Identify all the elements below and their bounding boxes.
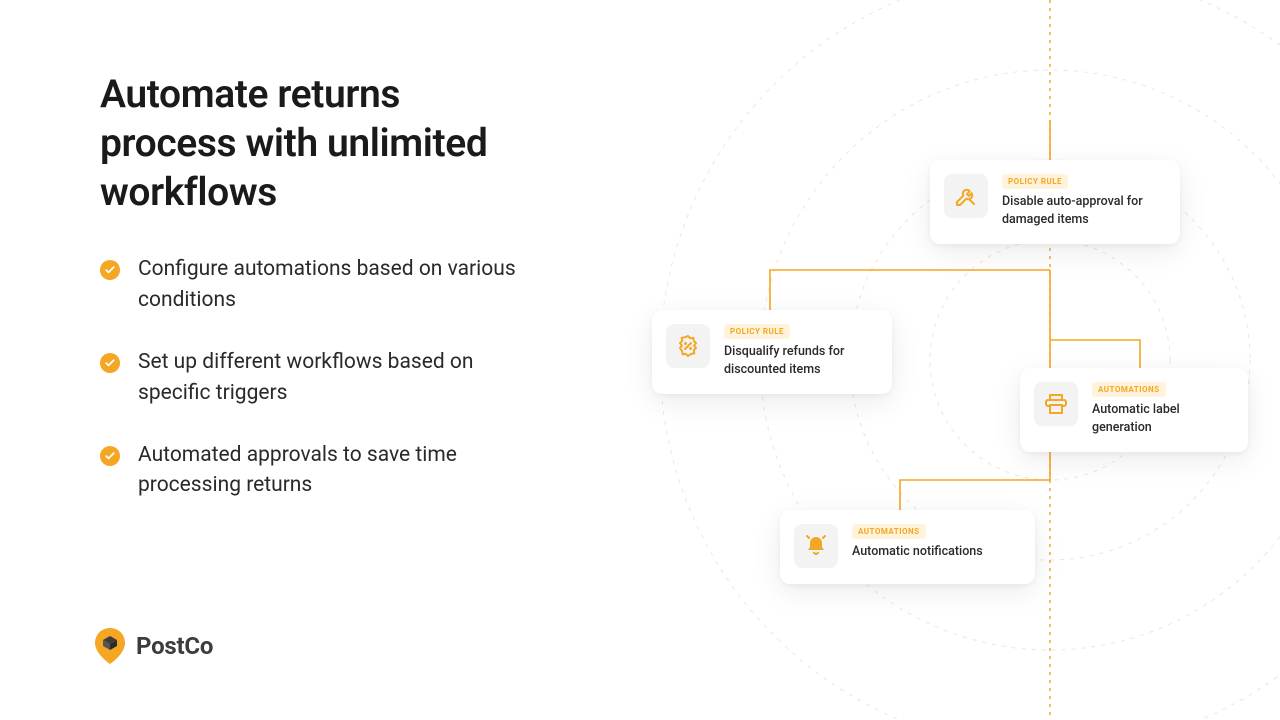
printer-icon [1034,382,1078,426]
check-icon [100,260,120,280]
card-text: Disqualify refunds for discounted items [724,343,874,378]
feature-bullets: Configure automations based on various c… [100,254,540,501]
card-text: Disable auto-approval for damaged items [1002,193,1162,228]
workflow-card-disqualify-refunds: POLICY RULE Disqualify refunds for disco… [652,310,892,394]
card-tag: POLICY RULE [1002,174,1068,189]
bullet-item: Automated approvals to save time process… [100,440,540,501]
bullet-text: Automated approvals to save time process… [138,440,540,501]
card-tag: AUTOMATIONS [852,524,926,539]
bullet-item: Configure automations based on various c… [100,254,540,315]
workflow-card-label-generation: AUTOMATIONS Automatic label generation [1020,368,1248,452]
check-icon [100,353,120,373]
headline: Automate returns process with unlimited … [100,70,540,216]
workflow-card-notifications: AUTOMATIONS Automatic notifications [780,510,1035,584]
card-tag: AUTOMATIONS [1092,382,1166,397]
wrench-screwdriver-icon [944,174,988,218]
card-text: Automatic notifications [852,543,983,561]
bullet-text: Set up different workflows based on spec… [138,347,540,408]
brand-logo: PostCo [92,626,213,666]
bullet-item: Set up different workflows based on spec… [100,347,540,408]
workflow-diagram: POLICY RULE Disable auto-approval for da… [620,0,1280,720]
card-text: Automatic label generation [1092,401,1230,436]
postco-pin-icon [92,626,128,666]
card-tag: POLICY RULE [724,324,790,339]
bullet-text: Configure automations based on various c… [138,254,540,315]
workflow-card-disable-auto-approval: POLICY RULE Disable auto-approval for da… [930,160,1180,244]
check-icon [100,446,120,466]
discount-badge-icon [666,324,710,368]
bell-icon [794,524,838,568]
brand-name: PostCo [136,632,213,660]
